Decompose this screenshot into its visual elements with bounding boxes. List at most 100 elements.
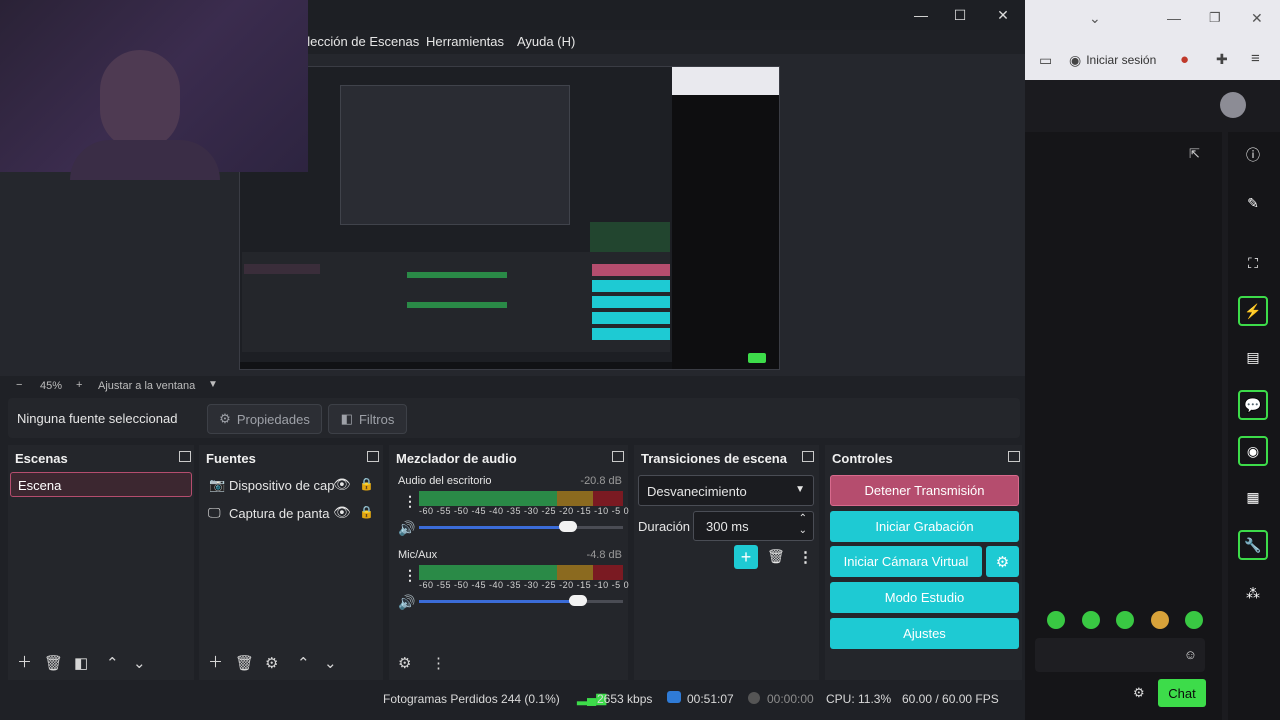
nested-meter-1 (407, 272, 507, 278)
close-icon[interactable]: ✕ (1251, 10, 1263, 27)
chevron-up-icon[interactable]: ⌃ (799, 513, 807, 524)
minimize-button[interactable]: — (906, 4, 936, 26)
chat-bubble-icon[interactable]: 💬 (1238, 390, 1268, 420)
source-toolbar: Ninguna fuente seleccionad ⚙ Propiedades… (8, 398, 1020, 438)
properties-button[interactable]: ⚙ Propiedades (207, 404, 322, 434)
scene-item[interactable]: Escena (10, 472, 192, 497)
start-recording-button[interactable]: Iniciar Grabación (830, 511, 1019, 542)
move-down-icon[interactable]: ⌄ (324, 654, 337, 672)
signin-button[interactable]: ◉ Iniciar sesión (1069, 47, 1165, 73)
nodes-icon[interactable]: ⁂ (1238, 578, 1268, 608)
chat-send-button[interactable]: Chat (1158, 679, 1206, 707)
layout-icon[interactable]: ▦ (1238, 482, 1268, 512)
trash-icon[interactable]: 🗑 (44, 654, 63, 672)
menu-tools[interactable]: Herramientas (426, 34, 504, 49)
eye-icon[interactable]: 👁 (333, 504, 351, 521)
add-icon[interactable]: ＋ (17, 651, 32, 672)
lock-icon[interactable]: 🔒 (359, 505, 374, 519)
add-transition-button[interactable]: + (734, 545, 758, 569)
chevron-down-icon[interactable]: ⌄ (1089, 10, 1101, 27)
monitor-icon: 🖵 (208, 505, 221, 520)
popout-icon[interactable] (1008, 451, 1020, 462)
popout-icon[interactable] (179, 451, 191, 462)
chevron-down-icon[interactable]: ⌄ (799, 525, 807, 536)
source-item[interactable]: 🖵 Captura de panta 👁 🔒 (199, 501, 383, 527)
restore-icon[interactable]: ❐ (1209, 10, 1221, 26)
chat-input[interactable]: ☺ (1035, 638, 1205, 672)
settings-button[interactable]: Ajustes (830, 618, 1019, 649)
lightning-icon[interactable]: ⚡ (1238, 296, 1268, 326)
sidebar-icon[interactable]: ▭ (1039, 52, 1052, 69)
preview-canvas[interactable] (239, 66, 780, 370)
studio-mode-button[interactable]: Modo Estudio (830, 582, 1019, 613)
emoji-icon[interactable]: ☺ (1184, 647, 1197, 662)
browser-toolbar: ⌄ — ❐ ✕ ▭ ◉ Iniciar sesión ● ✚ ≡ (1025, 0, 1280, 80)
popout-icon[interactable] (367, 451, 379, 462)
transitions-title: Transiciones de escena (641, 451, 787, 466)
trash-icon[interactable]: 🗑 (767, 548, 785, 565)
emote-icon[interactable] (1047, 611, 1065, 629)
menu-dots-icon[interactable]: ⋮ (403, 567, 417, 584)
nested-chat-btn (748, 353, 766, 363)
speaker-icon[interactable]: 🔊 (398, 594, 415, 611)
emote-icon[interactable] (1185, 611, 1203, 629)
source-item[interactable]: 📷 Dispositivo de cap 👁 🔒 (199, 473, 383, 499)
filter-icon[interactable]: ◧ (74, 654, 88, 672)
gears-icon[interactable]: ⚙ (398, 654, 411, 672)
zoom-in-button[interactable]: + (76, 379, 82, 391)
filters-label: Filtros (358, 411, 395, 427)
fit-to-window[interactable]: Ajustar a la ventana (98, 380, 195, 392)
status-bar: Fotogramas Perdidos 244 (0.1%) ▂▄▆ 2653 … (0, 686, 1025, 720)
close-button[interactable]: ✕ (988, 4, 1018, 26)
gear-icon[interactable]: ⚙ (265, 654, 278, 672)
start-virtual-cam-button[interactable]: Iniciar Cámara Virtual (830, 546, 982, 577)
menu-dots-icon[interactable]: ⋮ (403, 493, 417, 510)
transition-select[interactable]: Desvanecimiento ▼ (638, 475, 814, 506)
speaker-icon[interactable]: 🔊 (398, 520, 415, 537)
pencil-icon[interactable]: ✎ (1238, 188, 1268, 218)
trash-icon[interactable]: 🗑 (235, 654, 254, 672)
menu-dots-icon[interactable]: ⋮ (431, 654, 446, 672)
volume-slider[interactable] (419, 595, 623, 607)
controls-title: Controles (832, 451, 893, 466)
audio-meter (419, 491, 623, 506)
broadcast-icon[interactable]: ◉ (1238, 436, 1268, 466)
scenes-dock: Escenas Escena ＋ 🗑 ◧ ⌃ ⌄ (8, 445, 194, 680)
popout-icon[interactable] (612, 451, 624, 462)
nested-studio (592, 312, 670, 324)
eye-icon[interactable]: 👁 (333, 476, 351, 493)
stop-stream-button[interactable]: Detener Transmisión (830, 475, 1019, 506)
note-icon[interactable]: ▤ (1238, 342, 1268, 372)
zoom-dropdown-icon[interactable]: ▼ (208, 379, 218, 390)
add-icon[interactable]: ＋ (208, 651, 223, 672)
wrench-icon[interactable]: 🔧 (1238, 530, 1268, 560)
minimize-icon[interactable]: — (1167, 10, 1181, 26)
popout-icon[interactable] (802, 451, 814, 462)
move-down-icon[interactable]: ⌄ (133, 654, 146, 672)
menu-help[interactable]: Ayuda (H) (517, 34, 575, 49)
filters-button[interactable]: ◧ Filtros (328, 404, 407, 434)
info-icon[interactable]: ⓘ (1238, 140, 1268, 170)
virtual-cam-settings-button[interactable]: ⚙ (986, 546, 1019, 577)
chat-panel: ⇱ ☺ ⚙ Chat (1025, 132, 1222, 720)
volume-slider[interactable] (419, 521, 623, 533)
lock-icon[interactable]: 🔒 (359, 477, 374, 491)
move-up-icon[interactable]: ⌃ (297, 654, 310, 672)
duration-spinbox[interactable]: 300 ms ⌃ ⌄ (693, 511, 814, 541)
menu-dots-icon[interactable]: ⋮ (798, 548, 813, 566)
avatar[interactable] (1220, 92, 1246, 118)
fullscreen-icon[interactable]: ⛶ (1238, 248, 1268, 278)
puzzle-icon[interactable]: ✚ (1216, 51, 1228, 68)
gear-icon[interactable]: ⚙ (1133, 685, 1145, 701)
maximize-button[interactable]: ☐ (945, 4, 975, 26)
menu-icon[interactable]: ≡ (1251, 50, 1260, 67)
emote-icon[interactable] (1082, 611, 1100, 629)
menu-scene-collection[interactable]: olección de Escenas (300, 34, 419, 49)
move-up-icon[interactable]: ⌃ (106, 654, 119, 672)
emote-icon[interactable] (1151, 611, 1169, 629)
bitrate: 2653 kbps (597, 692, 653, 706)
zoom-out-button[interactable]: − (16, 379, 22, 391)
extension-icon[interactable]: ● (1180, 51, 1189, 68)
popout-chat-icon[interactable]: ⇱ (1189, 146, 1200, 162)
emote-icon[interactable] (1116, 611, 1134, 629)
